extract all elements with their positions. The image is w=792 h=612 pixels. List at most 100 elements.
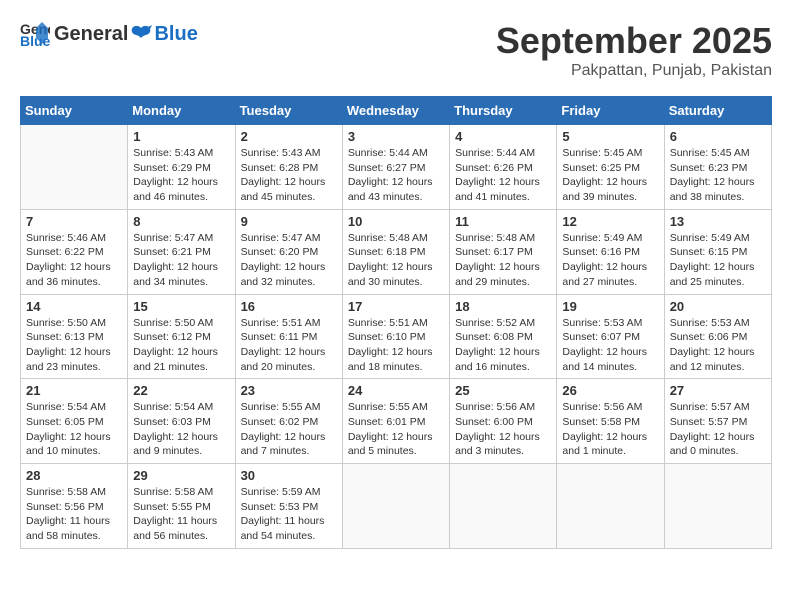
cell-info-text: Sunrise: 5:48 AM Sunset: 6:18 PM Dayligh… — [348, 231, 444, 290]
cell-day-number: 26 — [562, 383, 658, 398]
cell-day-number: 9 — [241, 214, 337, 229]
cell-day-number: 2 — [241, 129, 337, 144]
cell-info-text: Sunrise: 5:53 AM Sunset: 6:07 PM Dayligh… — [562, 316, 658, 375]
cell-info-text: Sunrise: 5:56 AM Sunset: 6:00 PM Dayligh… — [455, 400, 551, 459]
calendar-cell — [21, 125, 128, 210]
logo-blue: Blue — [154, 23, 197, 46]
cell-day-number: 15 — [133, 299, 229, 314]
cell-day-number: 6 — [670, 129, 766, 144]
cell-info-text: Sunrise: 5:43 AM Sunset: 6:28 PM Dayligh… — [241, 146, 337, 205]
calendar-table: SundayMondayTuesdayWednesdayThursdayFrid… — [20, 96, 772, 549]
logo-bird-icon — [130, 24, 152, 44]
calendar-cell: 25 Sunrise: 5:56 AM Sunset: 6:00 PM Dayli… — [450, 379, 557, 464]
cell-info-text: Sunrise: 5:56 AM Sunset: 5:58 PM Dayligh… — [562, 400, 658, 459]
calendar-cell: 16 Sunrise: 5:51 AM Sunset: 6:11 PM Dayli… — [235, 294, 342, 379]
calendar-cell: 26 Sunrise: 5:56 AM Sunset: 5:58 PM Dayli… — [557, 379, 664, 464]
calendar-cell: 6 Sunrise: 5:45 AM Sunset: 6:23 PM Daylig… — [664, 125, 771, 210]
cell-day-number: 19 — [562, 299, 658, 314]
cell-info-text: Sunrise: 5:54 AM Sunset: 6:03 PM Dayligh… — [133, 400, 229, 459]
calendar-week-row: 7 Sunrise: 5:46 AM Sunset: 6:22 PM Daylig… — [21, 209, 772, 294]
cell-info-text: Sunrise: 5:51 AM Sunset: 6:10 PM Dayligh… — [348, 316, 444, 375]
cell-info-text: Sunrise: 5:55 AM Sunset: 6:02 PM Dayligh… — [241, 400, 337, 459]
cell-day-number: 18 — [455, 299, 551, 314]
cell-day-number: 12 — [562, 214, 658, 229]
weekday-header-cell: Thursday — [450, 97, 557, 125]
cell-info-text: Sunrise: 5:50 AM Sunset: 6:12 PM Dayligh… — [133, 316, 229, 375]
cell-info-text: Sunrise: 5:49 AM Sunset: 6:15 PM Dayligh… — [670, 231, 766, 290]
weekday-header-row: SundayMondayTuesdayWednesdayThursdayFrid… — [21, 97, 772, 125]
calendar-cell: 22 Sunrise: 5:54 AM Sunset: 6:03 PM Dayli… — [128, 379, 235, 464]
cell-info-text: Sunrise: 5:45 AM Sunset: 6:23 PM Dayligh… — [670, 146, 766, 205]
calendar-cell: 24Sunrise: 5:55 AM Sunset: 6:01 PM Dayli… — [342, 379, 449, 464]
calendar-cell — [664, 464, 771, 549]
calendar-cell: 1 Sunrise: 5:43 AM Sunset: 6:29 PM Daylig… — [128, 125, 235, 210]
cell-info-text: Sunrise: 5:43 AM Sunset: 6:29 PM Dayligh… — [133, 146, 229, 205]
cell-day-number: 7 — [26, 214, 122, 229]
cell-day-number: 1 — [133, 129, 229, 144]
logo-icon: General Blue — [20, 20, 50, 48]
calendar-cell: 8 Sunrise: 5:47 AM Sunset: 6:21 PM Daylig… — [128, 209, 235, 294]
cell-info-text: Sunrise: 5:52 AM Sunset: 6:08 PM Dayligh… — [455, 316, 551, 375]
cell-day-number: 16 — [241, 299, 337, 314]
cell-info-text: Sunrise: 5:54 AM Sunset: 6:05 PM Dayligh… — [26, 400, 122, 459]
cell-day-number: 8 — [133, 214, 229, 229]
cell-day-number: 4 — [455, 129, 551, 144]
weekday-header-cell: Wednesday — [342, 97, 449, 125]
calendar-cell: 30 Sunrise: 5:59 AM Sunset: 5:53 PM Dayli… — [235, 464, 342, 549]
calendar-cell: 23 Sunrise: 5:55 AM Sunset: 6:02 PM Dayli… — [235, 379, 342, 464]
logo: General Blue General Blue — [20, 20, 198, 48]
calendar-week-row: 1 Sunrise: 5:43 AM Sunset: 6:29 PM Daylig… — [21, 125, 772, 210]
cell-info-text: Sunrise: 5:46 AM Sunset: 6:22 PM Dayligh… — [26, 231, 122, 290]
calendar-cell: 17 Sunrise: 5:51 AM Sunset: 6:10 PM Dayli… — [342, 294, 449, 379]
calendar-cell: 12 Sunrise: 5:49 AM Sunset: 6:16 PM Dayli… — [557, 209, 664, 294]
calendar-cell: 2 Sunrise: 5:43 AM Sunset: 6:28 PM Daylig… — [235, 125, 342, 210]
weekday-header-cell: Friday — [557, 97, 664, 125]
cell-day-number: 3 — [348, 129, 444, 144]
cell-day-number: 21 — [26, 383, 122, 398]
calendar-week-row: 14 Sunrise: 5:50 AM Sunset: 6:13 PM Dayli… — [21, 294, 772, 379]
weekday-header-cell: Tuesday — [235, 97, 342, 125]
calendar-cell: 7 Sunrise: 5:46 AM Sunset: 6:22 PM Daylig… — [21, 209, 128, 294]
calendar-body: 1 Sunrise: 5:43 AM Sunset: 6:29 PM Daylig… — [21, 125, 772, 549]
calendar-cell: 9 Sunrise: 5:47 AM Sunset: 6:20 PM Daylig… — [235, 209, 342, 294]
cell-info-text: Sunrise: 5:59 AM Sunset: 5:53 PM Dayligh… — [241, 485, 337, 544]
cell-day-number: 14 — [26, 299, 122, 314]
calendar-week-row: 21 Sunrise: 5:54 AM Sunset: 6:05 PM Dayli… — [21, 379, 772, 464]
title-area: September 2025 Pakpattan, Punjab, Pakist… — [496, 20, 772, 80]
calendar-cell: 21 Sunrise: 5:54 AM Sunset: 6:05 PM Dayli… — [21, 379, 128, 464]
cell-info-text: Sunrise: 5:51 AM Sunset: 6:11 PM Dayligh… — [241, 316, 337, 375]
calendar-cell — [342, 464, 449, 549]
calendar-cell: 3Sunrise: 5:44 AM Sunset: 6:27 PM Daylig… — [342, 125, 449, 210]
calendar-cell: 29Sunrise: 5:58 AM Sunset: 5:55 PM Dayli… — [128, 464, 235, 549]
cell-info-text: Sunrise: 5:57 AM Sunset: 5:57 PM Dayligh… — [670, 400, 766, 459]
cell-day-number: 25 — [455, 383, 551, 398]
cell-info-text: Sunrise: 5:48 AM Sunset: 6:17 PM Dayligh… — [455, 231, 551, 290]
calendar-cell: 18 Sunrise: 5:52 AM Sunset: 6:08 PM Dayli… — [450, 294, 557, 379]
cell-info-text: Sunrise: 5:55 AM Sunset: 6:01 PM Dayligh… — [348, 400, 444, 459]
calendar-cell: 19 Sunrise: 5:53 AM Sunset: 6:07 PM Dayli… — [557, 294, 664, 379]
calendar-cell: 4 Sunrise: 5:44 AM Sunset: 6:26 PM Daylig… — [450, 125, 557, 210]
cell-info-text: Sunrise: 5:49 AM Sunset: 6:16 PM Dayligh… — [562, 231, 658, 290]
calendar-cell: 20Sunrise: 5:53 AM Sunset: 6:06 PM Dayli… — [664, 294, 771, 379]
cell-day-number: 13 — [670, 214, 766, 229]
cell-day-number: 5 — [562, 129, 658, 144]
calendar-cell: 11 Sunrise: 5:48 AM Sunset: 6:17 PM Dayli… — [450, 209, 557, 294]
weekday-header-cell: Monday — [128, 97, 235, 125]
cell-info-text: Sunrise: 5:47 AM Sunset: 6:21 PM Dayligh… — [133, 231, 229, 290]
cell-day-number: 22 — [133, 383, 229, 398]
cell-day-number: 10 — [348, 214, 444, 229]
cell-day-number: 27 — [670, 383, 766, 398]
weekday-header-cell: Sunday — [21, 97, 128, 125]
calendar-cell: 13 Sunrise: 5:49 AM Sunset: 6:15 PM Dayli… — [664, 209, 771, 294]
cell-info-text: Sunrise: 5:47 AM Sunset: 6:20 PM Dayligh… — [241, 231, 337, 290]
calendar-cell: 15 Sunrise: 5:50 AM Sunset: 6:12 PM Dayli… — [128, 294, 235, 379]
calendar-cell: 28Sunrise: 5:58 AM Sunset: 5:56 PM Dayli… — [21, 464, 128, 549]
weekday-header-cell: Saturday — [664, 97, 771, 125]
cell-info-text: Sunrise: 5:50 AM Sunset: 6:13 PM Dayligh… — [26, 316, 122, 375]
cell-day-number: 23 — [241, 383, 337, 398]
logo-general: General — [54, 23, 128, 46]
cell-day-number: 17 — [348, 299, 444, 314]
cell-day-number: 30 — [241, 468, 337, 483]
cell-info-text: Sunrise: 5:44 AM Sunset: 6:26 PM Dayligh… — [455, 146, 551, 205]
cell-day-number: 11 — [455, 214, 551, 229]
